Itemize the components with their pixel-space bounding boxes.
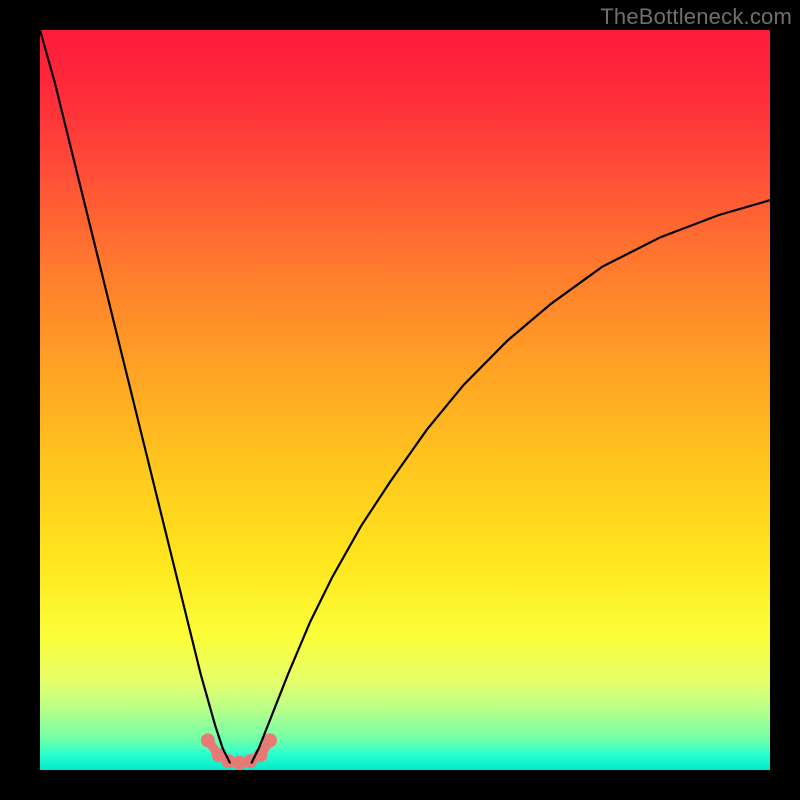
chart-plot-area: [40, 30, 770, 770]
curve-left-branch: [40, 30, 230, 763]
curve-right-branch: [252, 200, 770, 762]
valley-marker-dot: [201, 733, 215, 747]
chart-svg: [40, 30, 770, 770]
chart-frame: TheBottleneck.com: [0, 0, 800, 800]
watermark-label: TheBottleneck.com: [600, 4, 792, 30]
valley-marker-dot: [263, 733, 277, 747]
